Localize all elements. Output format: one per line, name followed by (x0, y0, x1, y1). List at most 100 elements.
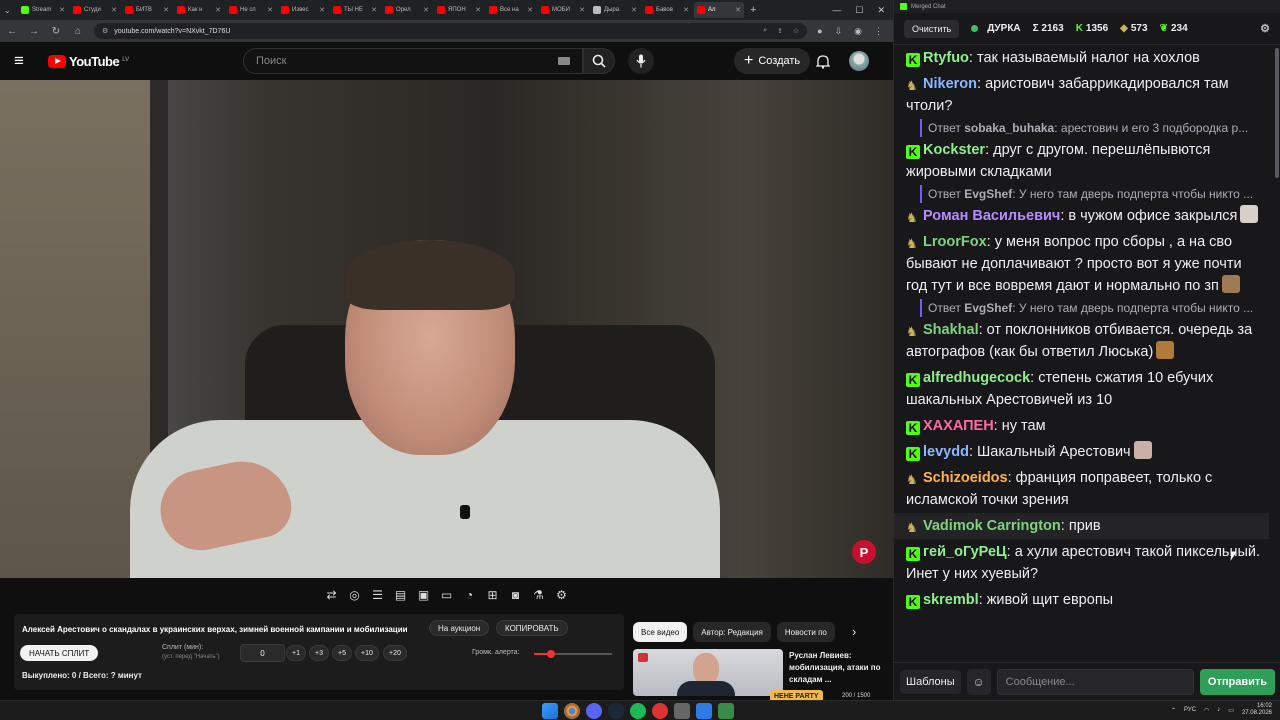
video-player[interactable]: P (0, 80, 893, 578)
chat-reply-context[interactable]: Ответ sobaka_buhaka: арестович и его 3 п… (920, 119, 1260, 137)
chat-message[interactable]: ♞ LroorFox: у меня вопрос про сборы , а н… (906, 229, 1261, 299)
battery-icon[interactable]: ▭ (1228, 707, 1234, 714)
chat-reply-context[interactable]: Ответ EvgShef: У него там дверь подперта… (920, 299, 1260, 317)
start-windows-icon[interactable] (542, 703, 558, 719)
new-tab-button[interactable]: + (750, 4, 756, 16)
browser-tab[interactable]: Извес ✕ (278, 2, 328, 18)
theater-mode-icon[interactable]: ▭ (439, 587, 455, 603)
emoji-picker-icon[interactable]: ☺ (966, 668, 991, 695)
tab-close-icon[interactable]: ✕ (371, 6, 377, 14)
chat-nick[interactable]: гей_оГуРеЦ (923, 544, 1007, 560)
settings-gear-icon[interactable]: ⚙ (554, 587, 570, 603)
templates-button[interactable]: Шаблоны (900, 669, 961, 694)
chat-nick[interactable]: Shakhal (923, 322, 979, 338)
related-video-title[interactable]: Руслан Левиев: мобилизация, атаки по скл… (789, 650, 884, 686)
back-icon[interactable]: ← (6, 26, 18, 37)
chat-message[interactable]: ♞ Nikeron: аристович забаррикадировался т… (906, 71, 1261, 119)
chrome-icon[interactable] (564, 703, 580, 719)
copy-button[interactable]: КОПИРОВАТЬ (496, 620, 568, 636)
volume-icon[interactable]: ♪ (1217, 707, 1220, 713)
related-video-thumbnail[interactable] (633, 649, 783, 696)
app-icon-red[interactable] (652, 703, 668, 719)
chat-message[interactable]: Kskrembl: живой щит европы (906, 587, 1261, 613)
chat-nick[interactable]: ХАХАПЕН (923, 418, 994, 434)
tab-close-icon[interactable]: ✕ (475, 6, 481, 14)
notifications-bell-icon[interactable] (816, 54, 830, 69)
chat-nick[interactable]: Nikeron (923, 76, 977, 92)
browser-tab[interactable]: МОБИ ✕ (538, 2, 588, 18)
send-button[interactable]: Отправить (1199, 668, 1275, 695)
chat-nick[interactable]: alfredhugecock (923, 370, 1030, 386)
increment-5-button[interactable]: +5 (332, 645, 352, 661)
chat-message[interactable]: ♞ Shakhal: от поклонников отбивается. оче… (906, 317, 1261, 365)
discord-icon[interactable] (586, 703, 602, 719)
increment-10-button[interactable]: +10 (355, 645, 379, 661)
url-field[interactable]: ⚙ youtube.com/watch?v=NXvkt_7D76U ⌕ ⇪ ☆ (94, 23, 808, 39)
tab-close-icon[interactable]: ✕ (631, 6, 637, 14)
chat-message[interactable]: Klevydd: Шакальный Арестович (906, 439, 1261, 465)
chevron-right-icon[interactable]: › (852, 624, 856, 639)
reply-nick[interactable]: EvgShef (964, 187, 1012, 201)
minimize-icon[interactable]: — (832, 5, 841, 16)
youtube-logo[interactable]: YouTube LV (48, 54, 129, 69)
app-icon-blue-active[interactable] (696, 703, 712, 719)
voice-search-button[interactable] (628, 48, 654, 74)
chip-news[interactable]: Новости по (776, 622, 835, 642)
app-icon-gray[interactable] (674, 703, 690, 719)
alert-volume-thumb[interactable] (547, 650, 556, 658)
tab-close-icon[interactable]: ✕ (735, 6, 741, 14)
download-icon[interactable]: ⇩ (835, 26, 843, 37)
browser-tab[interactable]: Все на ✕ (486, 2, 536, 18)
chat-nick[interactable]: skrembl (923, 592, 979, 608)
clear-chat-button[interactable]: Очистить (904, 19, 960, 38)
alert-volume-slider[interactable] (534, 650, 612, 658)
chat-settings-gear-icon[interactable]: ⚙ (1260, 22, 1270, 35)
hamburger-menu-icon[interactable]: ≡ (14, 51, 34, 71)
bookmark-star-icon[interactable]: ☆ (793, 27, 799, 35)
chat-nick[interactable]: levydd (923, 444, 969, 460)
tab-close-icon[interactable]: ✕ (527, 6, 533, 14)
browser-tab[interactable]: ТЫ НЕ ✕ (330, 2, 380, 18)
browser-tab[interactable]: Не сп ✕ (226, 2, 276, 18)
chat-message[interactable]: K ХАХАПЕН: ну там (906, 413, 1261, 439)
steam-icon[interactable] (608, 703, 624, 719)
browser-tab[interactable]: Бавов ✕ (642, 2, 692, 18)
chat-scrollbar[interactable] (1275, 48, 1279, 178)
browser-menu-icon[interactable]: ⋮ (874, 26, 883, 37)
create-button[interactable]: + Создать (734, 48, 811, 74)
chat-message[interactable]: Kгей_оГуРеЦ: а хули арестович такой пикс… (906, 539, 1261, 587)
zoom-icon[interactable]: ⌕ (763, 27, 767, 35)
keyboard-icon[interactable] (558, 57, 570, 65)
extension-icon[interactable]: ● (817, 26, 822, 37)
account-avatar[interactable] (849, 51, 869, 71)
wifi-icon[interactable]: ◠ (1204, 707, 1209, 714)
tab-close-icon[interactable]: ✕ (319, 6, 325, 14)
chat-nick[interactable]: Роман Васильевич (923, 208, 1060, 224)
browser-tab[interactable]: Студи ✕ (70, 2, 120, 18)
increment-20-button[interactable]: +20 (383, 645, 407, 661)
tab-close-icon[interactable]: ✕ (267, 6, 273, 14)
chat-nick[interactable]: Rtyfuo (923, 50, 969, 66)
site-info-icon[interactable]: ⚙ (102, 27, 108, 35)
chip-author[interactable]: Автор: Редакция (693, 622, 771, 642)
maximize-icon[interactable]: ☐ (855, 5, 863, 16)
chat-nick[interactable]: LroorFox (923, 234, 987, 250)
picture-in-picture-icon[interactable]: ▣ (416, 587, 432, 603)
chat-message[interactable]: ♞ Vadimok Carrington: прив (894, 513, 1269, 539)
increment-3-button[interactable]: +3 (309, 645, 329, 661)
language-indicator[interactable]: РУС (1184, 707, 1196, 713)
tab-close-icon[interactable]: ✕ (579, 6, 585, 14)
clapper-icon[interactable]: ▤ (393, 587, 409, 603)
tab-search-icon[interactable]: ⌄ (4, 6, 16, 15)
start-split-button[interactable]: НАЧАТЬ СПЛИТ (20, 645, 99, 661)
browser-tab[interactable]: Stream ✕ (18, 2, 68, 18)
reply-nick[interactable]: sobaka_buhaka (964, 121, 1054, 135)
tab-close-icon[interactable]: ✕ (423, 6, 429, 14)
chat-message[interactable]: ♞ Роман Васильевич: в чужом офисе закрылс… (906, 203, 1261, 229)
channel-watermark[interactable]: P (852, 540, 876, 564)
browser-tab[interactable]: Орел ✕ (382, 2, 432, 18)
browser-tab[interactable]: Ал ✕ (694, 2, 744, 18)
tray-chevron-icon[interactable]: ⌃ (1171, 707, 1176, 714)
search-button[interactable] (583, 48, 615, 74)
tab-close-icon[interactable]: ✕ (111, 6, 117, 14)
